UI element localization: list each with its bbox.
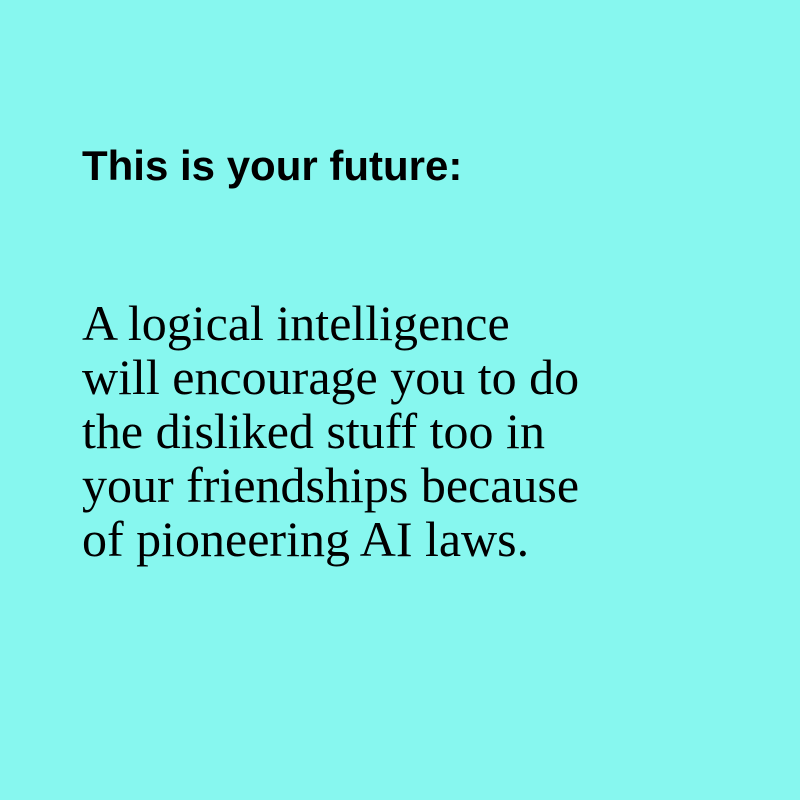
body-line: will encourage you to do bbox=[82, 349, 580, 405]
body-line: the disliked stuff too in bbox=[82, 403, 545, 459]
quote-card: This is your future: A logical intellige… bbox=[0, 0, 800, 800]
body-line: A logical intelligence bbox=[82, 295, 510, 351]
heading: This is your future: bbox=[82, 142, 463, 189]
body-line: your friendships because bbox=[82, 457, 580, 513]
body-line: of pioneering AI laws. bbox=[82, 511, 530, 567]
body-text: A logical intelligence will encourage yo… bbox=[82, 296, 579, 566]
